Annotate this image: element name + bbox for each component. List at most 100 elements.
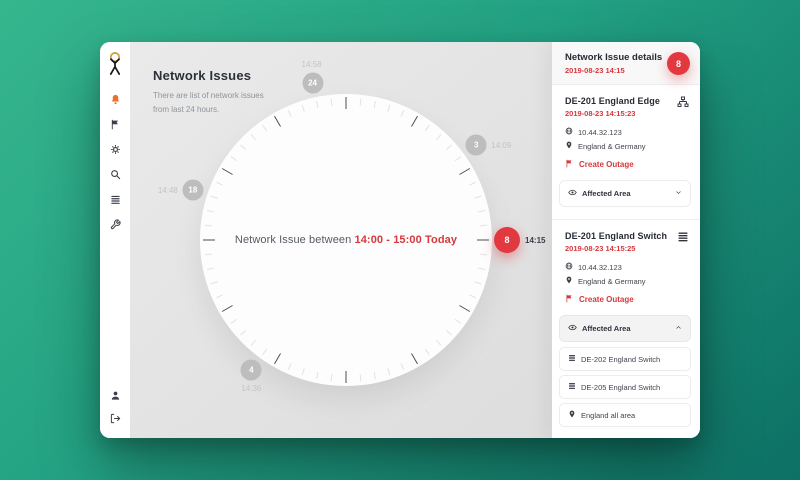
bubble-time-label: 14:36 <box>241 384 261 393</box>
clock-tick <box>469 294 476 298</box>
search-icon[interactable] <box>108 168 122 181</box>
globe-icon <box>565 262 573 272</box>
sitemap-icon <box>677 96 689 108</box>
affected-item[interactable]: DE-202 England Switch <box>559 347 691 371</box>
affected-item[interactable]: England all area <box>559 403 691 427</box>
clock-tick <box>240 145 246 150</box>
page-title: Network Issues <box>153 68 251 83</box>
gear-icon[interactable] <box>108 143 122 156</box>
clock-tick <box>469 182 476 186</box>
clock-tick <box>474 281 481 284</box>
clock-tick <box>231 156 237 161</box>
main-area: Network Issues There are list of network… <box>130 42 552 438</box>
create-outage-button[interactable]: Create Outage <box>565 294 691 305</box>
create-outage-button[interactable]: Create Outage <box>565 159 691 170</box>
eye-icon <box>568 188 577 199</box>
bubble-count[interactable]: 4 <box>241 360 262 381</box>
clock-tick <box>262 349 267 355</box>
affected-area-toggle[interactable]: Affected Area <box>559 180 691 207</box>
clock-tick <box>480 254 487 256</box>
clock-tick <box>331 99 333 106</box>
clock-tick <box>446 330 452 335</box>
switch-icon <box>568 382 576 392</box>
bubble-time-label: 14:58 <box>301 60 321 69</box>
clock-tick <box>387 368 390 375</box>
clock-center-highlight: 14:00 - 15:00 Today <box>355 234 458 246</box>
clock-tick <box>231 319 237 324</box>
clock-tick <box>425 349 430 355</box>
location-value: England & Germany <box>578 142 646 151</box>
clock-tick <box>211 196 218 199</box>
issue-count-badge: 8 <box>667 52 690 75</box>
clock-tick <box>425 125 430 131</box>
red-flag-icon <box>565 294 574 305</box>
flag-icon[interactable] <box>108 118 122 131</box>
logout-icon[interactable] <box>108 412 122 425</box>
bubble-time-label: 14:09 <box>491 141 511 150</box>
location-row: England & Germany <box>565 276 691 286</box>
clock-tick <box>459 168 470 175</box>
issue-card-switch: DE-201 England Switch 2019-08-23 14:15:2… <box>552 220 700 438</box>
clock-tick <box>205 254 212 256</box>
bubble-count[interactable]: 18 <box>182 180 203 201</box>
affected-area-list: DE-202 England Switch DE-205 England Swi… <box>559 347 691 427</box>
affected-item[interactable]: DE-205 England Switch <box>559 375 691 399</box>
bubble-count[interactable]: 8 <box>494 227 520 253</box>
clock-tick <box>400 110 404 117</box>
clock-tick <box>222 168 233 175</box>
clock-tick <box>302 105 305 112</box>
clock-tick <box>207 210 214 212</box>
ip-row: 10.44.32.123 <box>565 262 691 272</box>
red-flag-icon <box>565 159 574 170</box>
menu-icon[interactable] <box>108 193 122 206</box>
clock-tick <box>474 196 481 199</box>
clock-tick <box>459 305 470 312</box>
affected-area-toggle[interactable]: Affected Area <box>559 315 691 342</box>
clock-tick <box>251 134 256 140</box>
bell-icon[interactable] <box>108 93 122 106</box>
bubble-count[interactable]: 24 <box>302 72 323 93</box>
card-title: DE-201 England Switch <box>565 231 667 241</box>
clock-center-text: Network Issue between 14:00 - 15:00 Toda… <box>200 234 492 246</box>
clock-tick <box>216 294 223 298</box>
chevron-up-icon <box>675 324 682 333</box>
pin-icon <box>568 410 576 420</box>
clock-tick <box>446 145 452 150</box>
user-icon[interactable] <box>108 389 122 402</box>
clock-tick <box>480 225 487 227</box>
globe-icon <box>565 127 573 137</box>
clock-center-prefix: Network Issue between <box>235 234 355 246</box>
clock-tick <box>411 116 418 127</box>
pin-icon <box>565 276 573 286</box>
create-outage-label: Create Outage <box>579 160 634 169</box>
clock-tick <box>360 99 362 106</box>
clock-tick <box>477 240 489 241</box>
clock-tick <box>374 101 376 108</box>
affected-area-label: Affected Area <box>582 189 631 198</box>
clock-tick <box>346 371 347 383</box>
clock-tick <box>274 353 281 364</box>
app-window: Network Issues There are list of network… <box>100 42 700 438</box>
pin-icon <box>565 141 573 151</box>
clock-tick <box>288 110 292 117</box>
clock-tick <box>360 374 362 381</box>
create-outage-label: Create Outage <box>579 295 634 304</box>
switch-icon <box>568 354 576 364</box>
juggler-logo-icon[interactable] <box>104 51 126 77</box>
wrench-icon[interactable] <box>108 218 122 231</box>
affected-item-label: DE-202 England Switch <box>581 355 660 364</box>
clock-tick <box>302 368 305 375</box>
ip-value: 10.44.32.123 <box>578 263 622 272</box>
clock-tick <box>374 372 376 379</box>
sidebar <box>100 42 130 438</box>
sidebar-bottom <box>108 389 122 425</box>
panel-date: 2019-08-23 14:15 <box>565 66 662 75</box>
clock-tick <box>478 268 485 270</box>
clock-tick <box>387 105 390 112</box>
card-date: 2019-08-23 14:15:25 <box>565 244 667 253</box>
bubble-count[interactable]: 3 <box>466 135 487 156</box>
clock-tick <box>346 97 347 109</box>
clock-tick <box>216 182 223 186</box>
clock-tick <box>400 363 404 370</box>
location-value: England & Germany <box>578 277 646 286</box>
